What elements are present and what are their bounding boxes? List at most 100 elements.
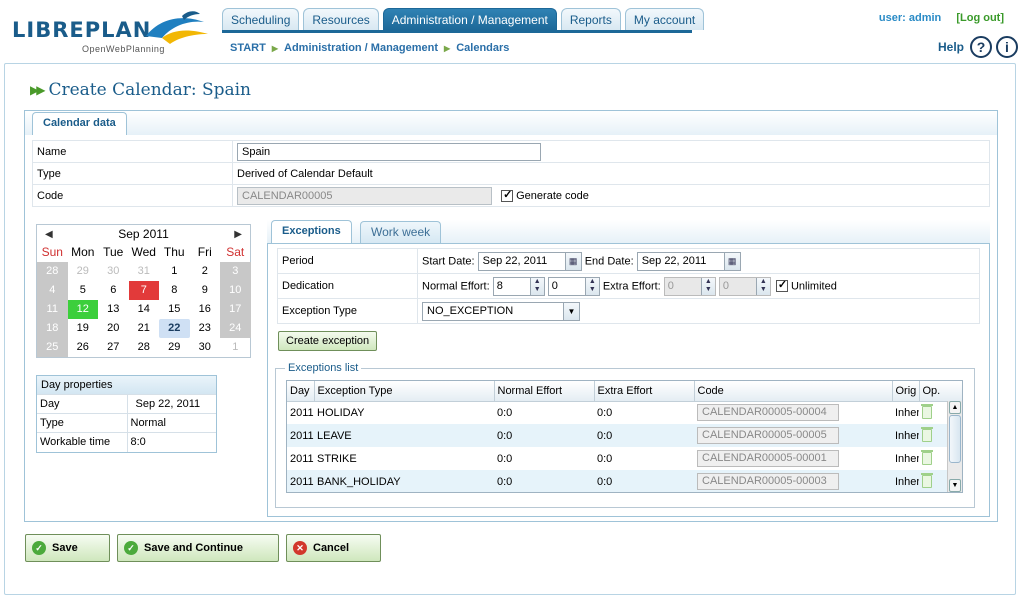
spinner-icon[interactable]: ▲ ▼ — [529, 277, 544, 295]
tab-exceptions[interactable]: Exceptions — [271, 220, 352, 243]
tab-calendar-data[interactable]: Calendar data — [32, 112, 127, 135]
tab-administration[interactable]: Administration / Management — [382, 8, 557, 30]
day-type-value: Normal — [126, 413, 216, 433]
calendar-day[interactable]: 18 — [37, 319, 68, 338]
calendar-day[interactable]: 29 — [159, 338, 190, 357]
calendar-day[interactable]: 21 — [129, 319, 160, 338]
trash-icon[interactable] — [921, 450, 933, 465]
normal-effort-hours[interactable]: 8 ▲ ▼ — [492, 276, 545, 296]
logo-text: LIBREPLAN — [12, 18, 152, 42]
table-row[interactable]: 2011 LEAVE 0:0 0:0 CALENDAR00005-00005 I… — [287, 424, 962, 447]
calendar-day[interactable]: 23 — [190, 319, 221, 338]
tab-reports[interactable]: Reports — [560, 8, 621, 30]
calendar-day[interactable]: 8 — [159, 281, 190, 300]
help-link[interactable]: Help — [938, 40, 964, 54]
tab-work-week[interactable]: Work week — [360, 221, 442, 243]
extra-effort-hours[interactable]: 0 ▲ ▼ — [663, 276, 716, 296]
calendar-day[interactable]: 1 — [220, 338, 251, 357]
breadcrumb-administration[interactable]: Administration / Management — [284, 42, 438, 54]
spinner-icon[interactable]: ▲ ▼ — [584, 277, 599, 295]
col-normal-effort[interactable]: Normal Effort — [494, 381, 595, 402]
col-day[interactable]: Day — [287, 381, 315, 402]
calendar-day[interactable]: 17 — [220, 300, 251, 319]
code-input[interactable] — [237, 186, 492, 205]
prev-month-icon[interactable]: ◀ — [45, 229, 53, 240]
chevron-down-icon[interactable]: ▼ — [563, 302, 579, 320]
tab-my-account[interactable]: My account — [624, 8, 705, 30]
calendar-day[interactable]: 4 — [37, 281, 68, 300]
generate-code-checkbox[interactable] — [501, 188, 514, 202]
calendar-day[interactable]: 1 — [159, 262, 190, 281]
calendar-day[interactable]: 13 — [98, 300, 129, 319]
calendar-day-selected[interactable]: 22 — [159, 319, 190, 338]
table-scrollbar[interactable]: ▲ ▼ — [947, 401, 962, 492]
name-input[interactable] — [237, 142, 541, 161]
scroll-thumb[interactable] — [949, 415, 961, 463]
calendar-day[interactable]: 3 — [220, 262, 251, 281]
calendar-day[interactable]: 11 — [37, 300, 68, 319]
save-button[interactable]: ✓ Save — [25, 534, 110, 562]
col-extra-effort[interactable]: Extra Effort — [594, 381, 695, 402]
table-row[interactable]: 2011 BANK_HOLIDAY 0:0 0:0 CALENDAR00005-… — [287, 470, 962, 492]
save-continue-label: Save and Continue — [144, 542, 244, 554]
start-date-input[interactable]: Sep 22, 2011 ▦ — [477, 251, 582, 271]
calendar-day[interactable]: 20 — [98, 319, 129, 338]
end-date-label: End Date: — [584, 255, 634, 267]
calendar-day[interactable]: 6 — [98, 281, 129, 300]
extra-effort-minutes[interactable]: 0 ▲ ▼ — [718, 276, 771, 296]
exception-form: Period Start Date: Sep 22, 2011 ▦ End Da… — [277, 248, 980, 324]
calendar-day[interactable]: 29 — [68, 262, 99, 281]
tab-resources[interactable]: Resources — [303, 8, 379, 30]
calendar-day[interactable]: 15 — [159, 300, 190, 319]
calendar-day[interactable]: 26 — [68, 338, 99, 357]
calendar-day[interactable]: 25 — [37, 338, 68, 357]
calendar-picker-icon[interactable]: ▦ — [723, 252, 740, 270]
start-date-label: Start Date: — [422, 255, 475, 267]
calendar-day[interactable]: 28 — [37, 262, 68, 281]
calendar-day[interactable]: 19 — [68, 319, 99, 338]
calendar-day[interactable]: 31 — [129, 262, 160, 281]
tab-scheduling[interactable]: Scheduling — [222, 8, 300, 30]
calendar-day[interactable]: 9 — [190, 281, 221, 300]
table-row[interactable]: 2011 STRIKE 0:0 0:0 CALENDAR00005-00001 … — [287, 447, 962, 470]
calendar-day[interactable]: 10 — [220, 281, 251, 300]
unlimited-checkbox[interactable] — [775, 278, 788, 292]
save-and-continue-button[interactable]: ✓ Save and Continue — [117, 534, 279, 562]
calendar-day[interactable]: 30 — [98, 262, 129, 281]
col-operations[interactable]: Op. — [919, 381, 962, 402]
cancel-button[interactable]: ✕ Cancel — [286, 534, 381, 562]
unlimited-label: Unlimited — [790, 280, 837, 292]
breadcrumb-start[interactable]: START — [230, 42, 266, 54]
calendar-day[interactable]: 24 — [220, 319, 251, 338]
exception-type-select[interactable]: NO_EXCEPTION ▼ — [422, 301, 580, 321]
help-question-icon[interactable]: ? — [970, 36, 992, 58]
spinner-icon[interactable]: ▲ ▼ — [700, 277, 715, 295]
calendar-day[interactable]: 14 — [129, 300, 160, 319]
col-origin[interactable]: Orig — [892, 381, 920, 402]
spinner-icon[interactable]: ▲ ▼ — [755, 277, 770, 295]
calendar-day[interactable]: 30 — [190, 338, 221, 357]
logout-link[interactable]: [Log out] — [956, 12, 1004, 24]
calendar-day[interactable]: 2 — [190, 262, 221, 281]
calendar-picker-icon[interactable]: ▦ — [564, 252, 581, 270]
info-icon[interactable]: i — [996, 36, 1018, 58]
normal-effort-minutes[interactable]: 0 ▲ ▼ — [547, 276, 600, 296]
create-exception-button[interactable]: Create exception — [278, 331, 378, 351]
col-code[interactable]: Code — [694, 381, 893, 402]
table-row[interactable]: 2011 HOLIDAY 0:0 0:0 CALENDAR00005-00004… — [287, 401, 962, 424]
breadcrumb-calendars[interactable]: Calendars — [456, 42, 509, 54]
calendar-day[interactable]: 28 — [129, 338, 160, 357]
scroll-down-icon[interactable]: ▼ — [949, 479, 961, 492]
calendar-day[interactable]: 16 — [190, 300, 221, 319]
trash-icon[interactable] — [921, 427, 933, 442]
trash-icon[interactable] — [921, 404, 933, 420]
calendar-day-special[interactable]: 12 — [67, 300, 98, 319]
end-date-input[interactable]: Sep 22, 2011 ▦ — [636, 251, 741, 271]
calendar-day[interactable]: 27 — [98, 338, 129, 357]
scroll-up-icon[interactable]: ▲ — [949, 401, 961, 414]
col-exception-type[interactable]: Exception Type — [314, 381, 495, 402]
trash-icon[interactable] — [921, 473, 933, 488]
next-month-icon[interactable]: ▶ — [234, 229, 242, 240]
calendar-day[interactable]: 5 — [68, 281, 99, 300]
calendar-day-holiday[interactable]: 7 — [128, 281, 159, 300]
